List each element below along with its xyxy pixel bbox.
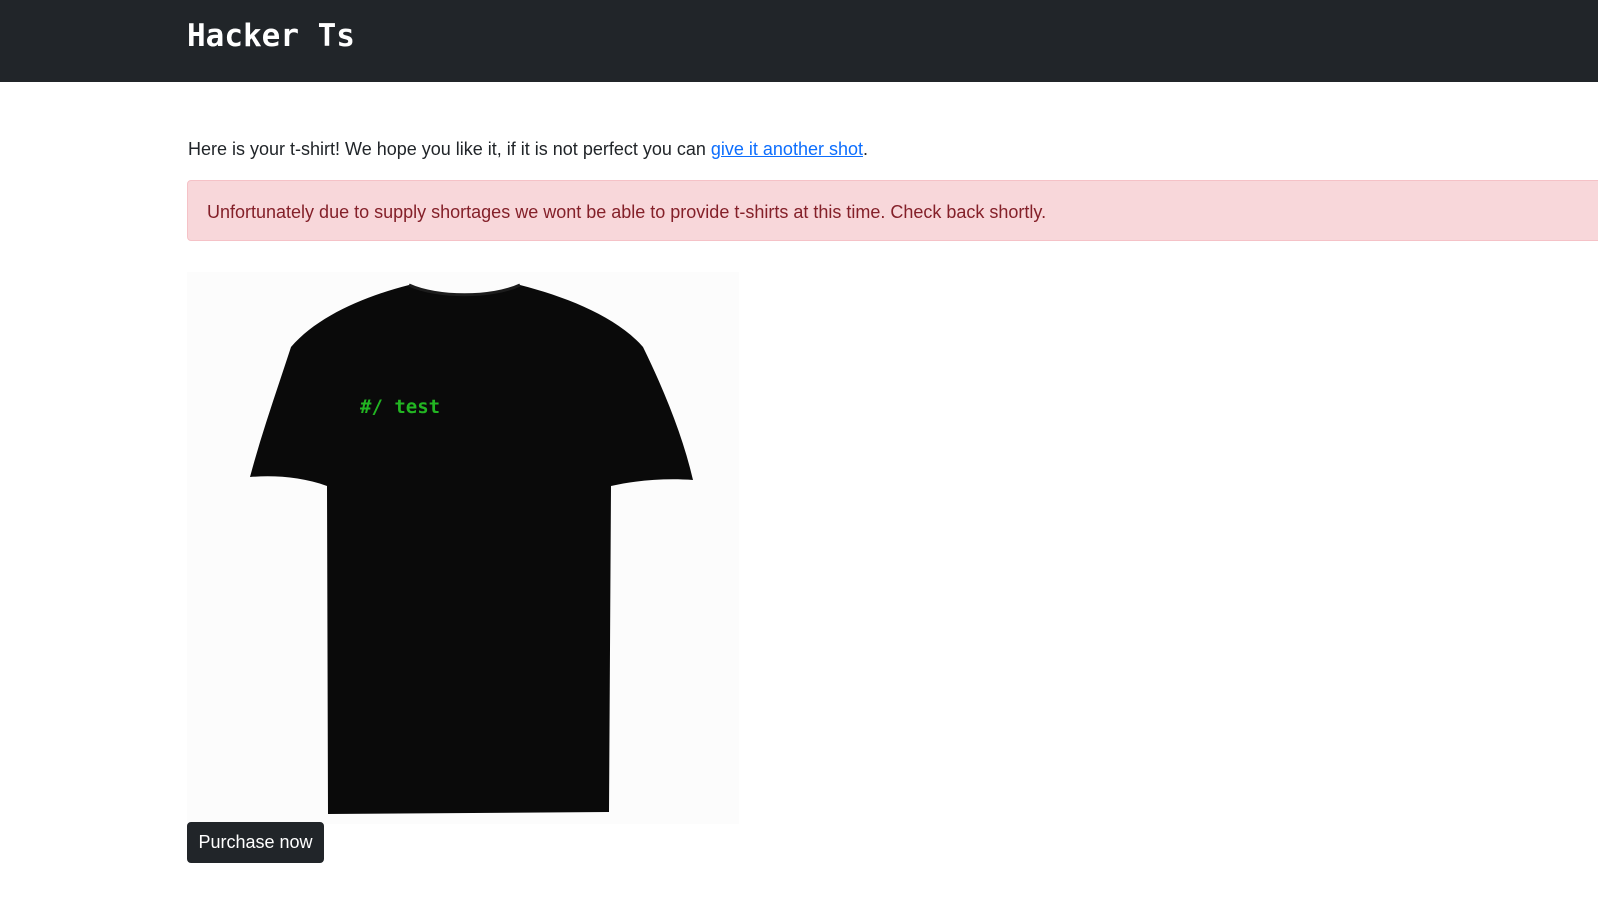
supply-shortage-alert: Unfortunately due to supply shortages we… bbox=[187, 180, 1598, 241]
give-another-shot-link[interactable]: give it another shot bbox=[711, 139, 863, 159]
tshirt-image: #/ test bbox=[187, 272, 739, 824]
tshirt-body bbox=[250, 285, 693, 814]
purchase-now-button[interactable]: Purchase now bbox=[187, 822, 324, 863]
navbar: Hacker Ts bbox=[0, 0, 1598, 82]
brand-logo[interactable]: Hacker Ts bbox=[187, 14, 355, 58]
intro-end: . bbox=[863, 139, 869, 159]
intro-text: Here is your t-shirt! We hope you like i… bbox=[188, 139, 711, 159]
tshirt-graphic: #/ test bbox=[250, 283, 693, 814]
tshirt-print-text: #/ test bbox=[360, 396, 440, 418]
intro-paragraph: Here is your t-shirt! We hope you like i… bbox=[188, 136, 868, 162]
